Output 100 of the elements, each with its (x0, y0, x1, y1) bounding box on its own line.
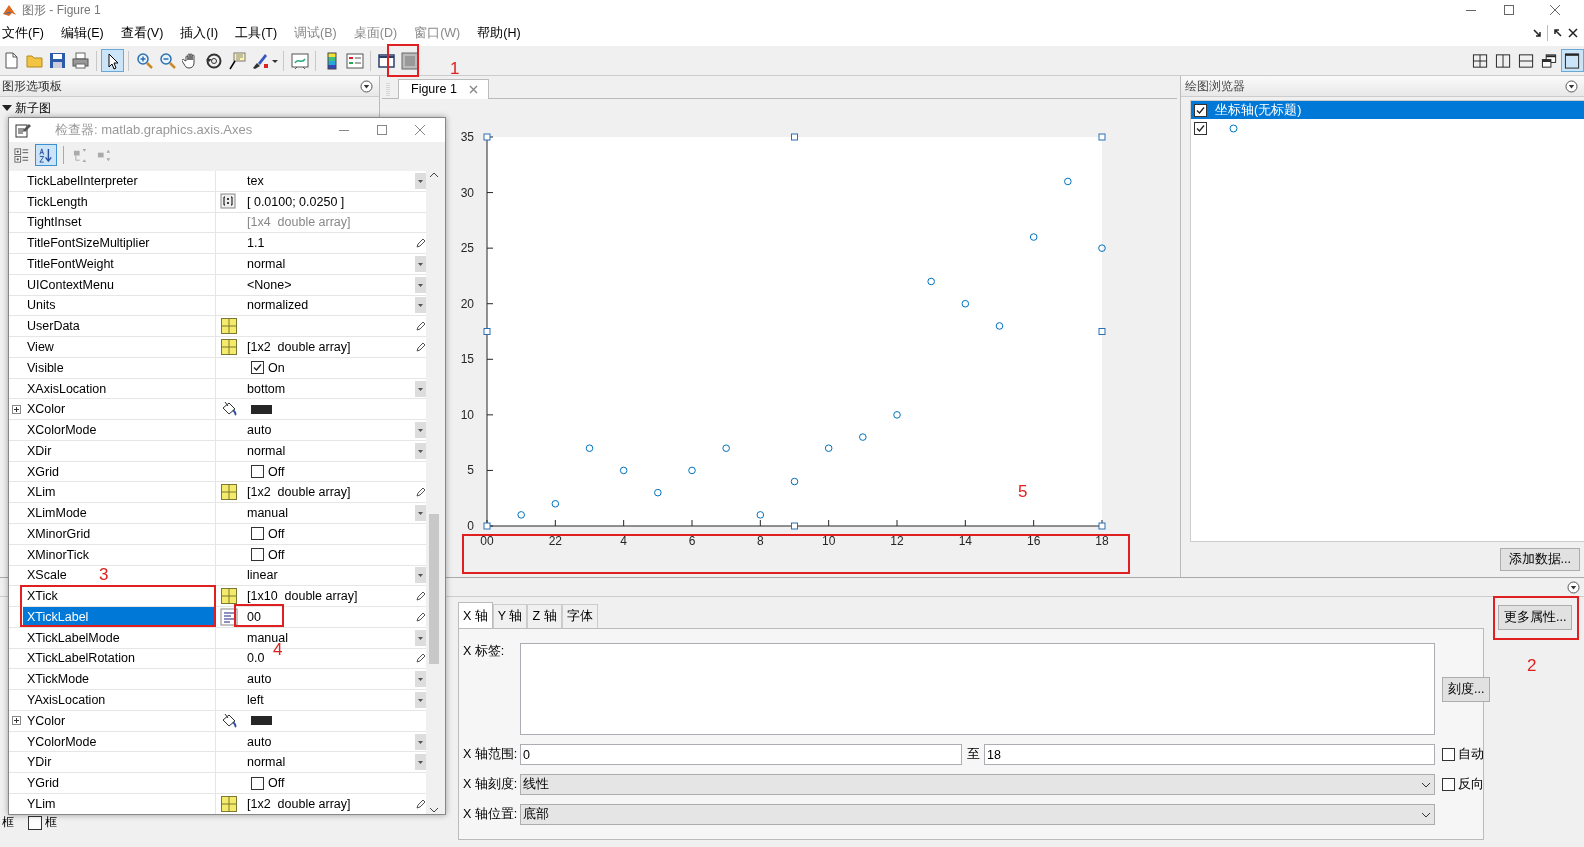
tab[interactable]: Y 轴 (492, 604, 528, 628)
figure-tab[interactable]: Figure 1 (398, 79, 489, 99)
table-icon[interactable] (219, 587, 238, 606)
selection-handle[interactable] (791, 133, 798, 141)
property-name[interactable]: UserData (23, 316, 216, 338)
tab[interactable]: 字体 (561, 604, 598, 628)
property-name[interactable]: XAxisLocation (23, 378, 216, 400)
property-name[interactable]: YColor (23, 710, 216, 732)
expand-icon[interactable] (11, 404, 21, 414)
printer-button[interactable] (69, 49, 92, 72)
panel-menu-icon[interactable] (1565, 79, 1578, 93)
property-value: [1x10 double array] (247, 589, 358, 604)
checkbox[interactable] (251, 548, 264, 562)
property-name[interactable]: YColorMode (23, 731, 216, 753)
menu-item[interactable]: 插入(I) (178, 24, 219, 42)
property-name[interactable]: XTickLabelMode (23, 627, 216, 649)
selection-handle[interactable] (483, 133, 491, 141)
checkbox[interactable] (28, 815, 42, 830)
menu-item[interactable]: 编辑(E) (58, 24, 104, 42)
printer-icon (71, 51, 90, 70)
selection-handle[interactable] (1098, 522, 1106, 530)
undock-icon[interactable] (1553, 28, 1563, 38)
single-panel-button[interactable] (1561, 49, 1584, 72)
selection-handle[interactable] (791, 522, 798, 530)
property-name[interactable]: XColorMode (23, 420, 216, 441)
property-name[interactable]: XMinorGrid (23, 524, 216, 545)
checkbox[interactable] (1194, 103, 1207, 117)
matlab-logo-icon (2, 3, 17, 17)
menu-item[interactable]: 工具(T) (233, 24, 278, 42)
table-icon[interactable] (219, 317, 238, 336)
dropdown[interactable]: 线性 (520, 774, 1435, 795)
ticks-button[interactable]: 刻度... (1442, 676, 1491, 702)
expand-icon[interactable] (11, 716, 21, 726)
property-name[interactable]: XTickMode (23, 669, 216, 691)
property-name[interactable]: Visible (23, 357, 216, 379)
scroll-up-icon[interactable] (429, 171, 439, 179)
selection-handle[interactable] (483, 328, 491, 335)
selection-handle[interactable] (1098, 328, 1106, 335)
menu-item[interactable]: 帮助(H) (475, 24, 521, 42)
property-name[interactable]: TitleFontSizeMultiplier (23, 233, 216, 255)
add-data-button[interactable]: 添加数据... (1499, 548, 1580, 571)
property-value: [1x4 double array] (247, 215, 351, 230)
table-icon[interactable] (219, 794, 238, 813)
selection-handle[interactable] (483, 522, 491, 530)
axis-tick-label: 22 (548, 534, 562, 548)
property-name[interactable]: TickLabelInterpreter (23, 171, 216, 192)
checkbox[interactable] (1442, 748, 1455, 761)
table-icon[interactable] (219, 483, 238, 502)
tab[interactable]: Z 轴 (527, 604, 562, 628)
menu-item[interactable]: 查看(V) (118, 24, 164, 42)
checkbox[interactable] (251, 465, 264, 479)
checkbox[interactable] (251, 361, 264, 375)
input-field[interactable]: 0 (520, 744, 962, 765)
scroll-down-icon[interactable] (429, 806, 439, 814)
property-value: <None> (247, 277, 292, 292)
axis-tick-label: 12 (890, 534, 904, 548)
property-name[interactable]: XTickLabelRotation (23, 648, 216, 670)
scrollbar-thumb[interactable] (429, 514, 439, 664)
sort-alphabetical-button[interactable] (35, 144, 57, 166)
tree-item[interactable]: 坐标轴(无标题) (1191, 101, 1584, 119)
checkbox[interactable] (1194, 121, 1207, 135)
table-icon[interactable] (219, 338, 238, 356)
window-title: 检查器: matlab.graphics.axis.Axes (55, 121, 254, 139)
dock-icon[interactable] (1532, 28, 1542, 38)
checkbox-label: Off (268, 526, 285, 541)
maximize-icon[interactable] (1502, 3, 1516, 17)
property-name[interactable]: XDir (23, 440, 216, 462)
property-name[interactable]: XGrid (23, 461, 216, 483)
checkbox[interactable] (251, 527, 264, 541)
property-name[interactable]: YLim (23, 793, 216, 814)
property-name[interactable]: XLimMode (23, 503, 216, 524)
checkbox[interactable] (1442, 778, 1455, 791)
property-name[interactable]: View (23, 337, 216, 358)
expand-triangle-icon[interactable] (2, 103, 12, 113)
maximize-icon[interactable] (375, 123, 389, 137)
property-name[interactable]: XLim (23, 482, 216, 504)
property-name[interactable]: YGrid (23, 773, 216, 794)
pointer-button[interactable] (101, 49, 124, 72)
property-name[interactable]: TickLength (23, 191, 216, 213)
menu-item[interactable]: 文件(F) (0, 24, 44, 42)
panel-menu-icon[interactable] (1567, 580, 1580, 594)
input-field[interactable]: 18 (984, 744, 1435, 765)
dropdown[interactable]: 底部 (520, 804, 1435, 825)
property-value: manual (247, 506, 288, 521)
property-name[interactable]: YDir (23, 752, 216, 774)
matrix-icon[interactable] (219, 192, 238, 211)
axis-tick-label: 16 (1027, 534, 1041, 548)
panel-menu-icon[interactable] (360, 79, 373, 93)
property-name[interactable]: XColor (23, 399, 216, 421)
property-name[interactable]: UIContextMenu (23, 274, 216, 296)
property-name[interactable]: TightInset (23, 212, 216, 234)
property-name[interactable]: Units (23, 295, 216, 317)
selection-handle[interactable] (1098, 133, 1106, 141)
property-name[interactable]: XMinorTick (23, 544, 216, 566)
close-icon[interactable] (1568, 28, 1578, 38)
checkbox[interactable] (251, 776, 264, 790)
property-name[interactable]: YAxisLocation (23, 690, 216, 711)
more-properties-button[interactable]: 更多属性... (1498, 605, 1573, 630)
property-name[interactable]: TitleFontWeight (23, 254, 216, 275)
tab[interactable]: X 轴 (458, 602, 493, 628)
